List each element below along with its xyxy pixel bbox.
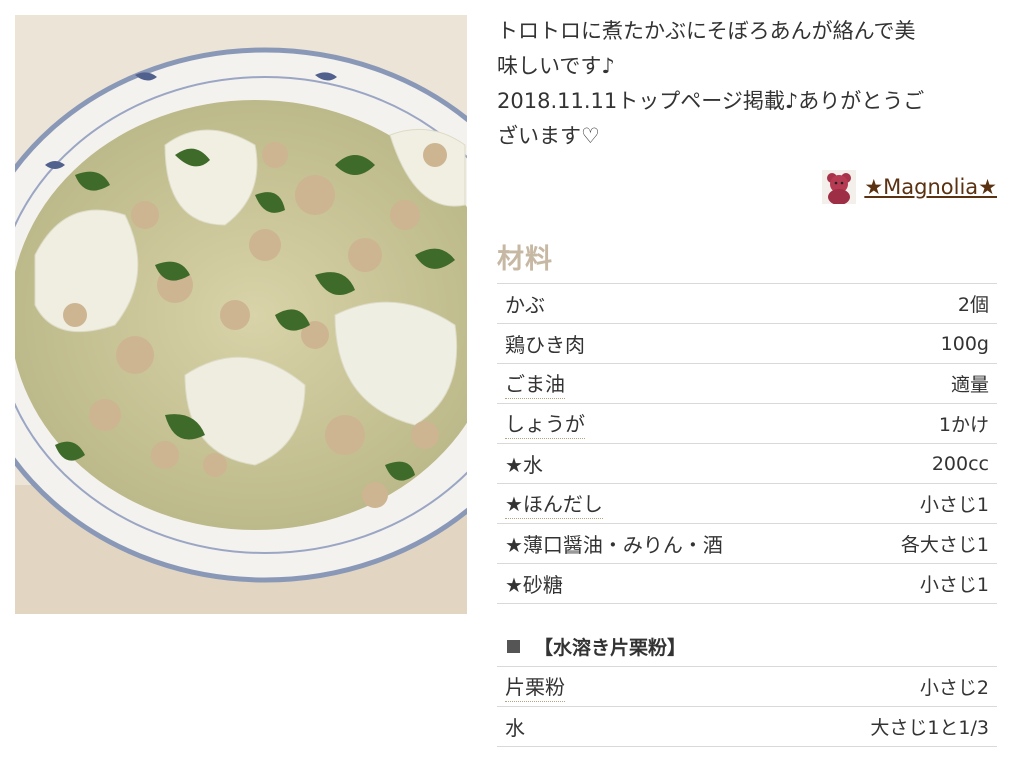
ingredient-quantity: 1かけ: [938, 414, 989, 436]
ingredient-name[interactable]: しょうが: [505, 408, 585, 439]
ingredient-row: ★砂糖 小さじ1: [497, 564, 997, 604]
ingredient-row: ★ほんだし 小さじ1: [497, 484, 997, 524]
ingredient-row: ★薄口醤油・みりん・酒 各大さじ1: [497, 524, 997, 564]
ingredient-name: かぶ: [505, 293, 545, 317]
recipe-description: トロトロに煮たかぶにそぼろあんが絡んで美 味しいです♪ 2018.11.11トッ…: [497, 14, 997, 154]
sub-section-heading-text: 【水溶き片栗粉】: [534, 636, 687, 659]
ingredient-quantity: 100g: [940, 332, 989, 355]
ingredient-quantity: 小さじ1: [919, 494, 989, 516]
ingredient-quantity: 大さじ1と1/3: [870, 717, 989, 739]
ingredient-quantity: 2個: [957, 294, 989, 316]
ingredient-name: 鶏ひき肉: [505, 333, 585, 357]
ingredient-name[interactable]: ★ほんだし: [505, 488, 603, 519]
square-bullet-icon: [507, 639, 520, 653]
ingredient-quantity: 各大さじ1: [900, 534, 989, 556]
ingredient-name[interactable]: ごま油: [505, 368, 565, 399]
ingredient-quantity: 200cc: [931, 452, 989, 475]
description-line-2: 味しいです♪: [497, 54, 615, 78]
sub-ingredients-table: 片栗粉 小さじ2 水 大さじ1と1/3: [497, 666, 997, 747]
ingredient-row: かぶ 2個: [497, 284, 997, 324]
description-line-4: ざいます♡: [497, 124, 600, 148]
ingredient-row: 片栗粉 小さじ2: [497, 667, 997, 707]
ingredients-table: かぶ 2個 鶏ひき肉 100g ごま油 適量 しょうが 1かけ ★水 200cc ★ほんだし 小さじ1…: [497, 283, 997, 604]
ingredient-name: ★水: [505, 453, 543, 477]
ingredient-quantity: 小さじ2: [919, 677, 989, 699]
author-name-link[interactable]: ★Magnolia★: [864, 175, 997, 199]
ingredients-heading: 材料: [497, 244, 553, 275]
teddy-bear-avatar-icon[interactable]: [822, 170, 857, 204]
ingredient-row: ★水 200cc: [497, 444, 997, 484]
ingredient-row: ごま油 適量: [497, 364, 997, 404]
ingredient-name[interactable]: 片栗粉: [505, 671, 565, 702]
description-line-1: トロトロに煮たかぶにそぼろあんが絡んで美: [497, 19, 916, 43]
description-line-3: 2018.11.11トップページ掲載♪ありがとうご: [497, 89, 925, 113]
ingredient-row: しょうが 1かけ: [497, 404, 997, 444]
ingredient-row: 鶏ひき肉 100g: [497, 324, 997, 364]
author-row: ★Magnolia★: [497, 167, 997, 207]
ingredient-row: 水 大さじ1と1/3: [497, 707, 997, 747]
ingredient-name: 水: [505, 716, 525, 740]
sub-section-heading: 【水溶き片栗粉】: [497, 632, 997, 660]
ingredient-name: ★砂糖: [505, 573, 563, 597]
ingredient-name: ★薄口醤油・みりん・酒: [505, 533, 723, 557]
recipe-photo: [15, 15, 467, 614]
recipe-info-column: トロトロに煮たかぶにそぼろあんが絡んで美 味しいです♪ 2018.11.11トッ…: [497, 0, 997, 747]
ingredient-quantity: 適量: [950, 374, 989, 396]
ingredient-quantity: 小さじ1: [919, 574, 989, 596]
